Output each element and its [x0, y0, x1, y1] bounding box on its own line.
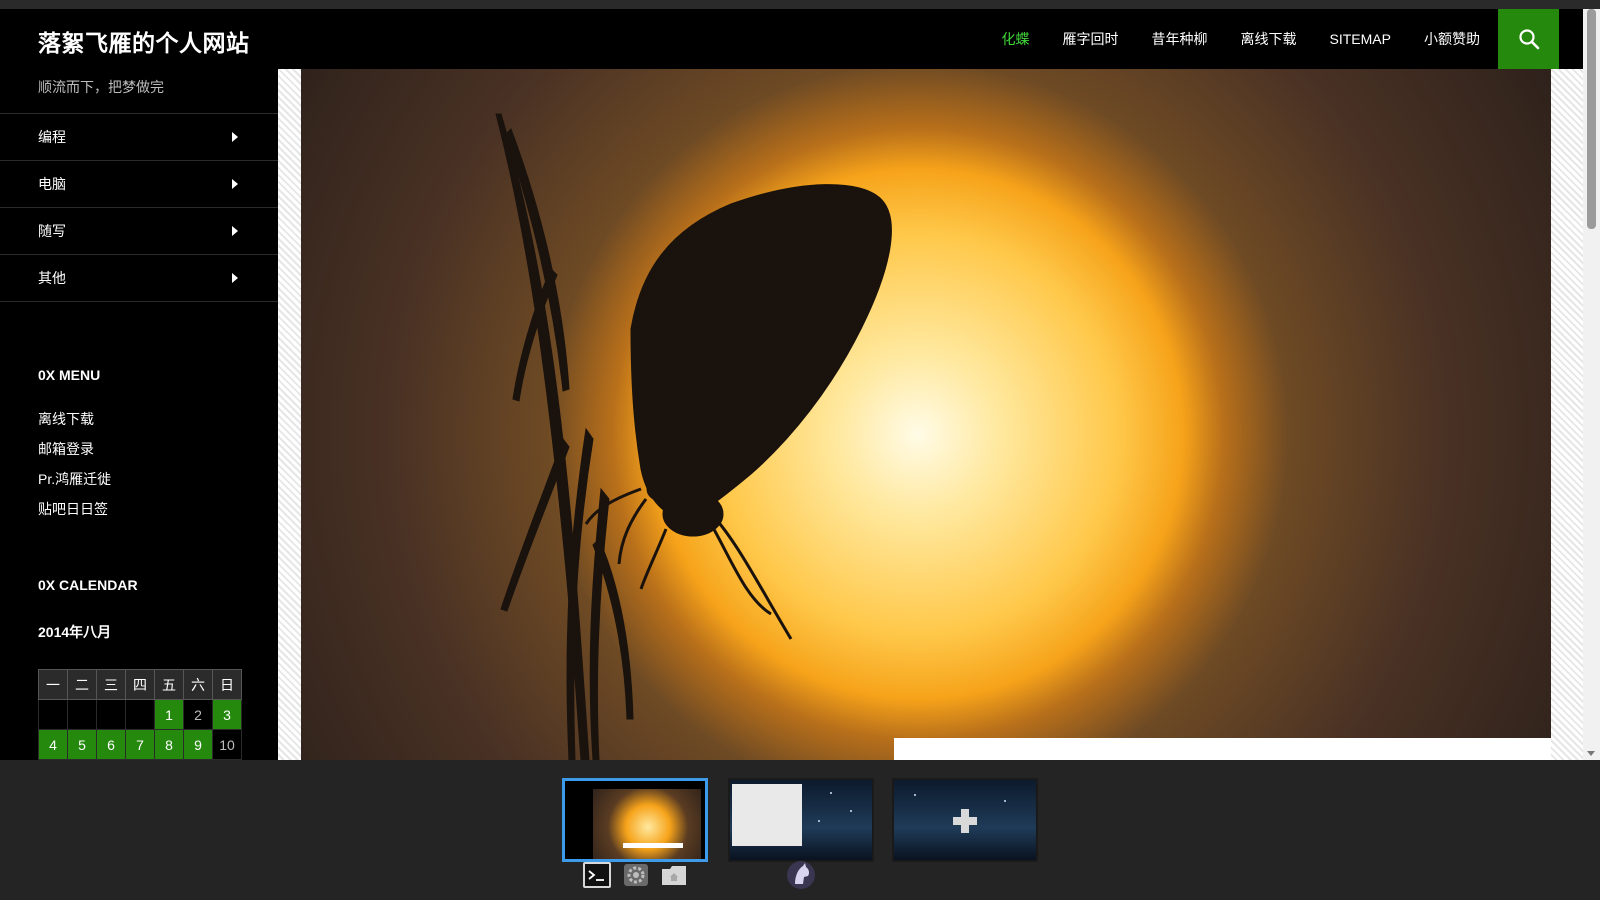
weekday-header: 四 — [125, 669, 155, 700]
calendar-day-link[interactable]: 9 — [183, 729, 213, 760]
calendar-week-row: 1 2 3 — [38, 699, 242, 730]
calendar-day: 2 — [183, 699, 213, 730]
sidebar: 顺流而下，把梦做完 编程 电脑 随写 其他 0X MENU 离线下载 邮箱登录 — [0, 69, 278, 760]
site-title[interactable]: 落絮飞雁的个人网站 — [38, 24, 250, 58]
menu-item-other[interactable]: 其他 — [0, 255, 278, 302]
menu-item-label: 编程 — [38, 129, 66, 145]
calendar-day — [67, 699, 97, 730]
workspace-preview-window — [732, 784, 802, 846]
link-mail-login[interactable]: 邮箱登录 — [38, 439, 111, 469]
workspace-thumbnail-add[interactable] — [892, 778, 1038, 862]
weekday-header: 六 — [183, 669, 213, 700]
terminal-icon[interactable] — [583, 862, 611, 888]
workspace-switcher — [0, 760, 1600, 900]
nav-item-sitemap[interactable]: SITEMAP — [1330, 31, 1391, 47]
nav-item-donate[interactable]: 小额赞助 — [1424, 29, 1480, 49]
link-hongyan[interactable]: Pr.鸿雁迁徙 — [38, 469, 111, 499]
browser-viewport: 落絮飞雁的个人网站 化蝶 雁字回时 昔年种柳 离线下载 SITEMAP 小额赞助… — [0, 9, 1600, 760]
calendar-day-link[interactable]: 3 — [212, 699, 242, 730]
terminal-prompt-glyph — [588, 870, 604, 881]
star — [1004, 800, 1006, 802]
menu-item-computer[interactable]: 电脑 — [0, 161, 278, 208]
star — [818, 820, 820, 822]
calendar-day-link[interactable]: 1 — [154, 699, 184, 730]
widget-title-calendar: 0X CALENDAR — [38, 577, 138, 593]
site-header: 落絮飞雁的个人网站 化蝶 雁字回时 昔年种柳 离线下载 SITEMAP 小额赞助 — [0, 9, 1583, 69]
folder-glyph — [662, 866, 686, 885]
calendar-day-link[interactable]: 6 — [96, 729, 126, 760]
workspace-preview-image — [593, 789, 701, 859]
folder-icon[interactable] — [660, 862, 688, 888]
nav-item-huadie[interactable]: 化蝶 — [1002, 29, 1030, 49]
search-button[interactable] — [1498, 9, 1559, 69]
nav-item-yanzihuishi[interactable]: 雁字回时 — [1063, 29, 1119, 49]
weekday-header: 二 — [67, 669, 97, 700]
plus-icon — [953, 809, 977, 833]
chevron-right-icon — [232, 179, 238, 189]
menu-item-programming[interactable]: 编程 — [0, 114, 278, 161]
search-icon — [1518, 29, 1539, 50]
weekday-header: 三 — [96, 669, 126, 700]
weekday-header: 五 — [154, 669, 184, 700]
menu-item-label: 电脑 — [38, 176, 66, 192]
calendar-day — [125, 699, 155, 730]
calendar-table: 一 二 三 四 五 六 日 1 2 3 4 5 6 7 8 9 10 — [38, 669, 242, 760]
calendar-week-row: 4 5 6 7 8 9 10 — [38, 729, 242, 760]
scroll-down-arrow-icon[interactable] — [1587, 751, 1595, 756]
butterfly-silhouette — [495, 113, 892, 760]
category-menu: 编程 电脑 随写 其他 — [0, 113, 278, 302]
link-offline-download[interactable]: 离线下载 — [38, 409, 111, 439]
primary-nav: 化蝶 雁字回时 昔年种柳 离线下载 SITEMAP 小额赞助 — [969, 9, 1480, 69]
nav-item-xinianzhongliu[interactable]: 昔年种柳 — [1152, 29, 1208, 49]
weekday-header: 日 — [212, 669, 242, 700]
widget-title-menu: 0X MENU — [38, 367, 101, 383]
weekday-header: 一 — [38, 669, 68, 700]
gear-glyph — [624, 864, 648, 886]
widget-links: 离线下载 邮箱登录 Pr.鸿雁迁徙 贴吧日日签 — [38, 409, 111, 529]
star — [830, 792, 832, 794]
workspace-thumbnail-2[interactable] — [728, 778, 874, 862]
post-card-top — [894, 738, 1551, 760]
vertical-scrollbar[interactable] — [1583, 9, 1600, 760]
chevron-right-icon — [232, 273, 238, 283]
star — [914, 794, 916, 796]
star — [850, 810, 852, 812]
link-tieba-checkin[interactable]: 贴吧日日签 — [38, 499, 111, 529]
top-strip — [0, 0, 1600, 9]
nav-item-offline-download[interactable]: 离线下载 — [1241, 29, 1297, 49]
calendar-weekday-row: 一 二 三 四 五 六 日 — [38, 669, 242, 700]
calendar-caption: 2014年八月 — [38, 624, 112, 640]
scrollbar-thumb[interactable] — [1587, 9, 1596, 229]
calendar-day: 10 — [212, 729, 242, 760]
main-content — [278, 69, 1583, 760]
chevron-right-icon — [232, 226, 238, 236]
calendar-day-link[interactable]: 5 — [67, 729, 97, 760]
workspace-preview-card — [623, 843, 683, 848]
workspace-thumbnail-1[interactable] — [562, 778, 708, 862]
calendar-day — [96, 699, 126, 730]
horse-icon[interactable] — [786, 860, 816, 890]
horse-glyph — [787, 861, 815, 889]
calendar-day — [38, 699, 68, 730]
featured-image[interactable] — [301, 69, 1551, 760]
calendar-day-link[interactable]: 7 — [125, 729, 155, 760]
menu-item-essays[interactable]: 随写 — [0, 208, 278, 255]
calendar-day-link[interactable]: 8 — [154, 729, 184, 760]
menu-item-label: 其他 — [38, 270, 66, 286]
menu-item-label: 随写 — [38, 223, 66, 239]
gear-icon[interactable] — [622, 862, 650, 888]
site-tagline: 顺流而下，把梦做完 — [38, 79, 164, 95]
calendar-day-link[interactable]: 4 — [38, 729, 68, 760]
chevron-right-icon — [232, 132, 238, 142]
